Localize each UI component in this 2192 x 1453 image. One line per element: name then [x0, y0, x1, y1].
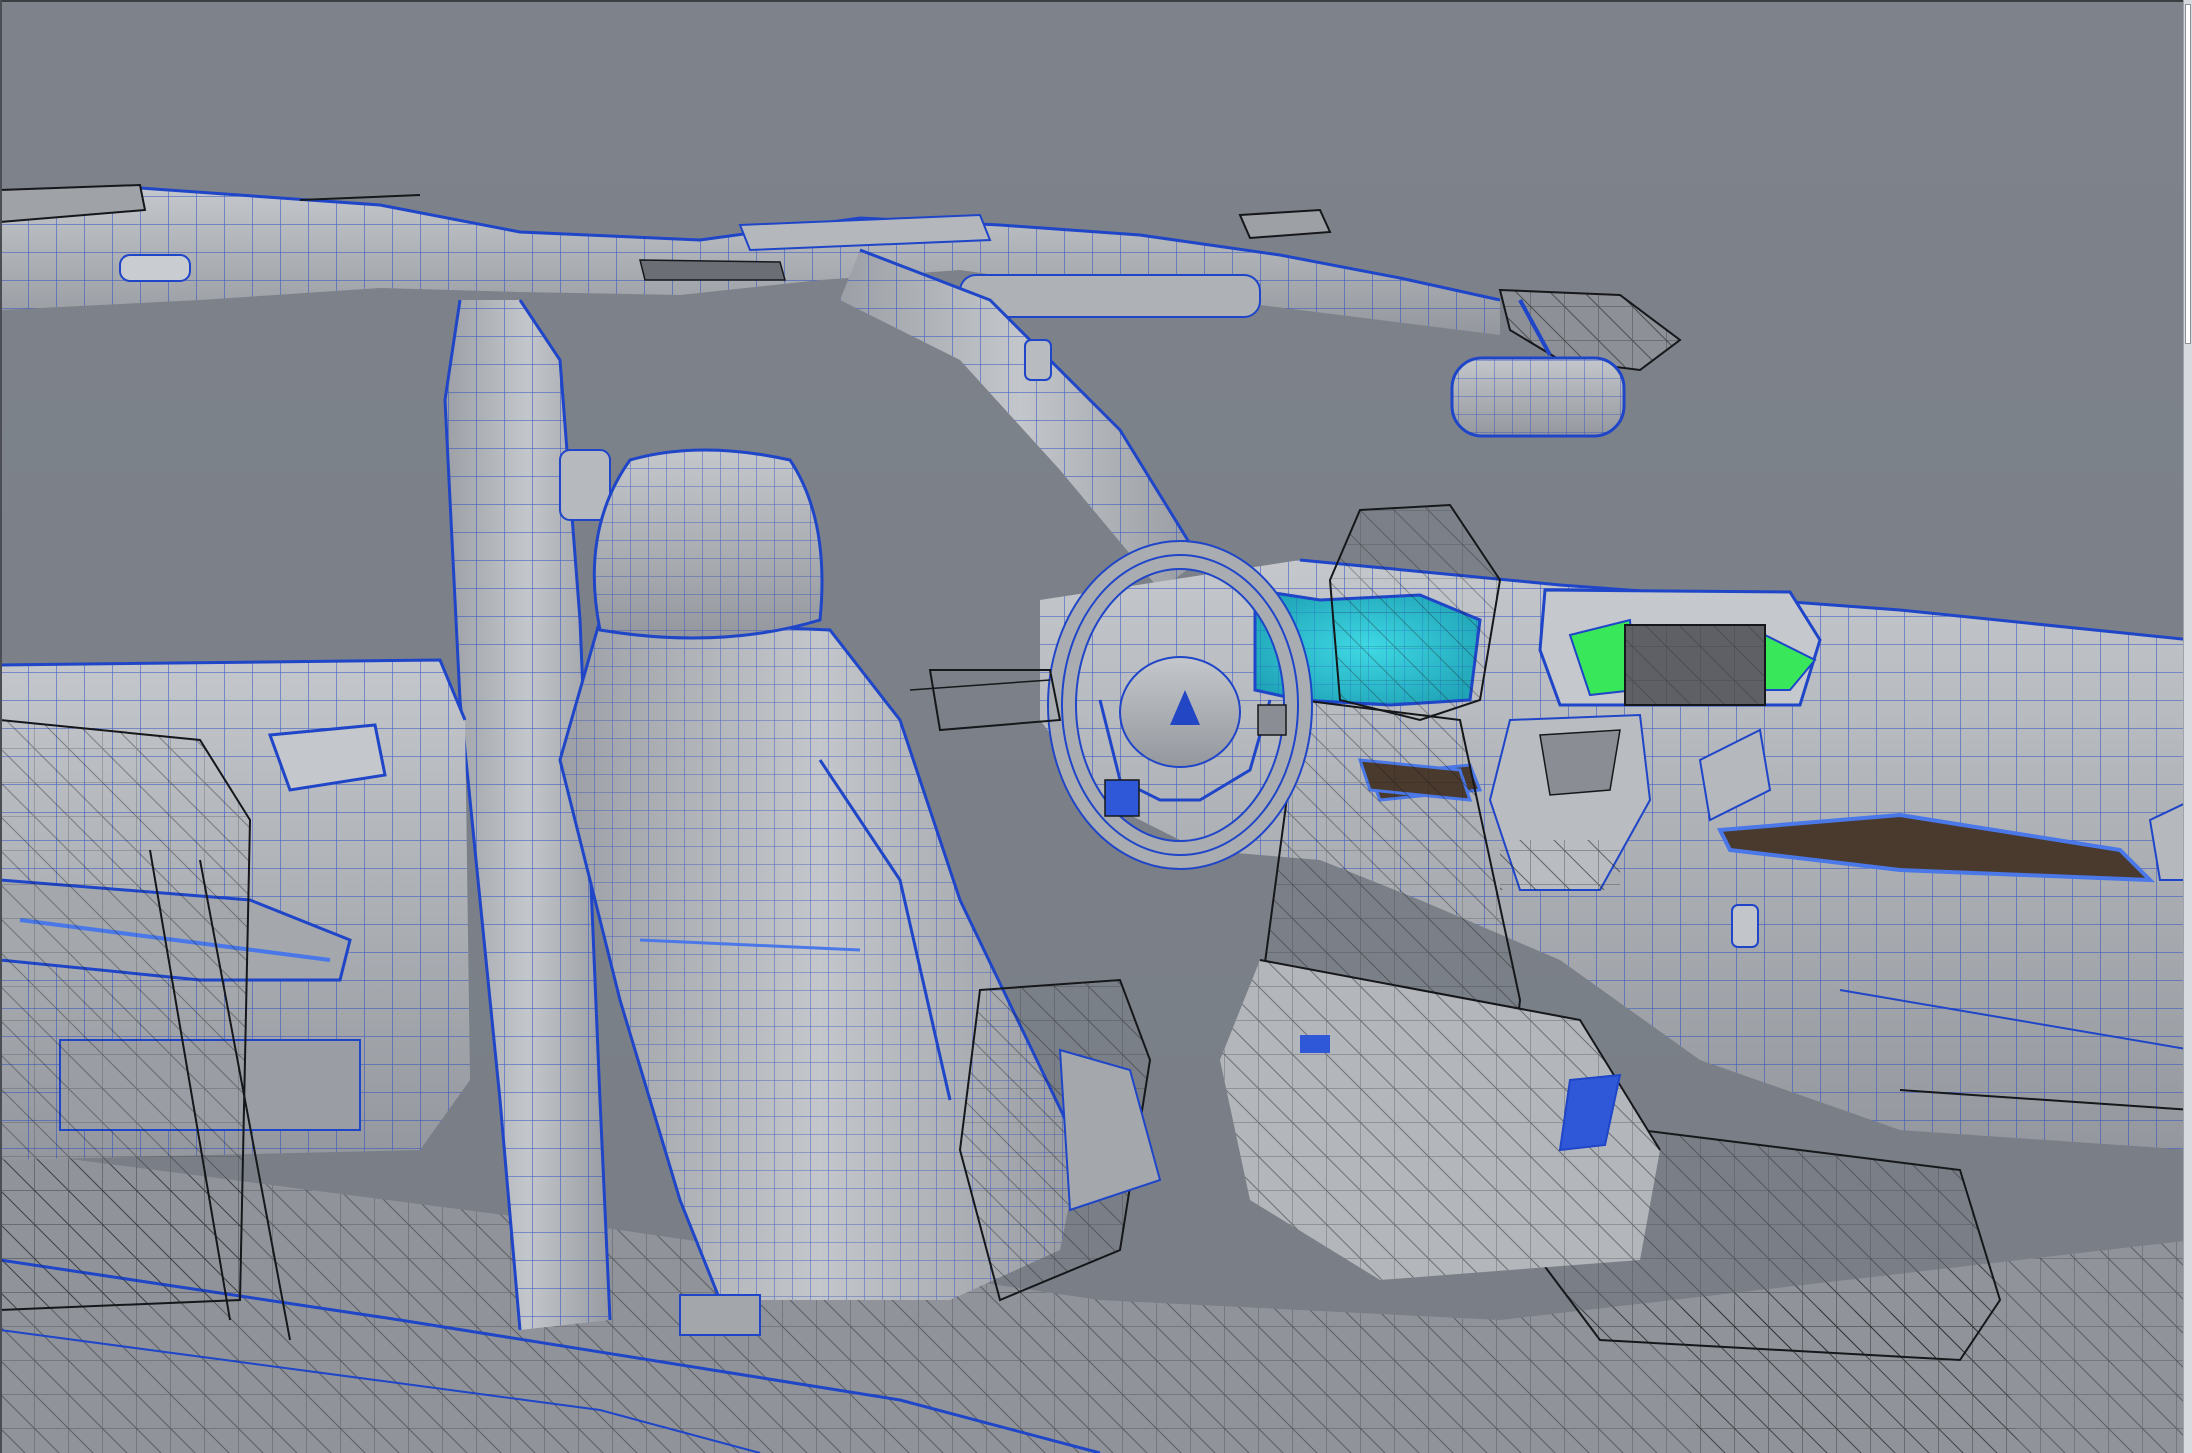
headliner [0, 183, 1501, 335]
viewport-left-border [0, 0, 2, 1453]
scrollbar-thumb[interactable] [2185, 4, 2191, 344]
viewport-top-border [0, 0, 2192, 2]
front-door-wireframe [909, 669, 1062, 732]
center-console [958, 959, 1661, 1302]
headrest[interactable] [592, 448, 824, 640]
car-interior-model[interactable] [0, 0, 2192, 1453]
vertical-scrollbar[interactable] [2183, 0, 2192, 1453]
center-display[interactable] [1538, 588, 1822, 707]
3d-viewport[interactable] [0, 0, 2192, 1453]
